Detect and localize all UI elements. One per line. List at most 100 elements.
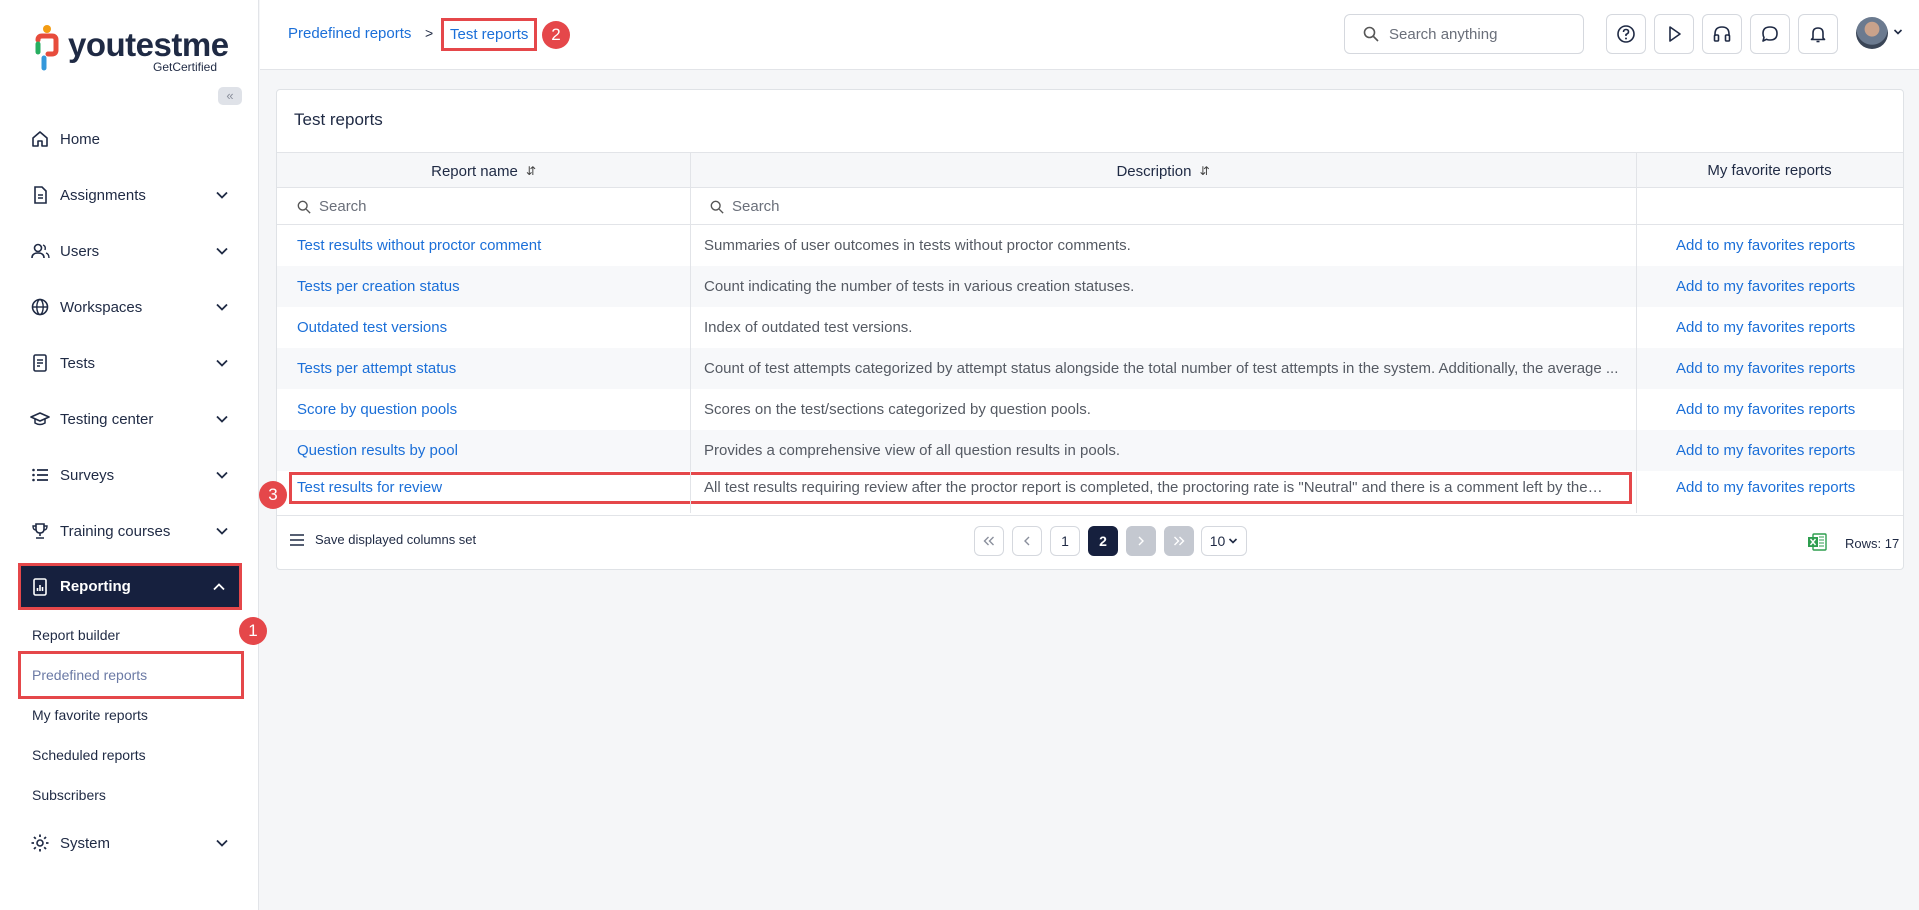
breadcrumb-predefined-reports[interactable]: Predefined reports [288,25,411,42]
breadcrumb-separator: > [425,25,434,41]
report-name-link[interactable]: Tests per attempt status [297,348,456,389]
column-header-favorites: My favorite reports [1636,152,1903,188]
table-row: Score by question pools Scores on the te… [277,389,1903,430]
sort-icon[interactable]: ⇵ [526,164,536,178]
add-to-favorites-link[interactable]: Add to my favorites reports [1676,266,1855,307]
notifications-button[interactable] [1798,14,1838,54]
description-filter[interactable] [690,188,1636,225]
help-icon [1617,25,1635,43]
logo[interactable]: youtestme GetCertified [34,22,234,74]
sidebar: youtestme GetCertified « Home Assignment… [0,0,267,910]
page-1-button[interactable]: 1 [1050,526,1080,556]
report-description: Summaries of user outcomes in tests with… [704,237,1131,254]
avatar[interactable] [1856,17,1888,49]
column-divider [690,152,691,513]
add-to-favorites-link[interactable]: Add to my favorites reports [1676,430,1855,471]
report-description: Scores on the test/sections categorized … [704,401,1091,418]
sidebar-item-label: Users [60,242,100,260]
add-to-favorites-link[interactable]: Add to my favorites reports [1676,225,1855,266]
column-label: My favorite reports [1707,161,1832,179]
report-name-link[interactable]: Test results for review [297,467,442,508]
table-row: Test results without proctor comment Sum… [277,225,1903,266]
save-columns-button[interactable]: Save displayed columns set [289,532,476,547]
collapse-sidebar-button[interactable]: « [218,87,242,105]
report-name-link[interactable]: Question results by pool [297,430,458,471]
trophy-icon [30,521,50,541]
add-to-favorites-link[interactable]: Add to my favorites reports [1676,467,1855,508]
support-button[interactable] [1702,14,1742,54]
chevron-down-icon[interactable] [1893,27,1903,37]
add-to-favorites-link[interactable]: Add to my favorites reports [1676,307,1855,348]
sidebar-item-label: Assignments [60,186,146,204]
test-reports-panel: Test reports Report name ⇵ Description ⇵… [276,89,1904,570]
double-chevron-right-icon [1174,536,1185,546]
first-page-button[interactable] [974,526,1004,556]
add-to-favorites-link[interactable]: Add to my favorites reports [1676,389,1855,430]
column-header-report-name[interactable]: Report name ⇵ [277,153,690,189]
sidebar-subitem-my-favorite-reports[interactable]: My favorite reports [18,695,244,735]
page-2-button[interactable]: 2 [1088,526,1118,556]
sidebar-item-label: Workspaces [60,298,143,316]
report-description: All test results requiring review after … [704,479,1604,496]
sidebar-item-home[interactable]: Home [18,117,242,161]
sidebar-item-surveys[interactable]: Surveys [18,453,242,497]
play-icon [1669,26,1681,42]
step-badge-1: 1 [239,617,267,645]
sidebar-item-tests[interactable]: Tests [18,341,242,385]
column-header-description[interactable]: Description ⇵ [690,153,1636,189]
breadcrumb-test-reports[interactable]: Test reports [441,18,538,51]
rows-count: Rows: 17 [1845,536,1900,551]
report-name-link[interactable]: Outdated test versions [297,307,447,348]
table-header: Report name ⇵ Description ⇵ My favorite … [277,152,1903,188]
sidebar-item-users[interactable]: Users [18,229,242,273]
sidebar-item-training-courses[interactable]: Training courses [18,509,242,553]
chevron-down-icon [1229,538,1238,544]
sidebar-item-label: Home [60,130,101,148]
chat-button[interactable] [1750,14,1790,54]
sidebar-item-assignments[interactable]: Assignments [18,173,242,217]
panel-title: Test reports [294,110,383,129]
add-to-favorites-link[interactable]: Add to my favorites reports [1676,348,1855,389]
report-name-link[interactable]: Test results without proctor comment [297,225,541,266]
next-page-button[interactable] [1126,526,1156,556]
table-footer: Save displayed columns set 1 2 10 Rows: … [277,515,1903,570]
sidebar-item-testing-center[interactable]: Testing center [18,397,242,441]
chevron-left-icon [1024,536,1030,546]
sort-icon[interactable]: ⇵ [1199,164,1209,178]
previous-page-button[interactable] [1012,526,1042,556]
sidebar-item-workspaces[interactable]: Workspaces [18,285,242,329]
chevron-up-icon [209,577,229,597]
sidebar-item-system[interactable]: System [18,821,242,865]
table-row: Tests per creation status Count indicati… [277,266,1903,307]
description-search-input[interactable] [732,198,1032,215]
search-input[interactable] [1389,25,1569,43]
report-name-link[interactable]: Tests per creation status [297,266,460,307]
save-columns-label: Save displayed columns set [315,532,477,547]
last-page-button[interactable] [1164,526,1194,556]
sidebar-item-reporting[interactable]: Reporting [18,563,242,610]
report-name-filter[interactable] [277,188,690,225]
sidebar-subitem-report-builder[interactable]: Report builder [18,615,244,655]
search-icon [710,200,724,214]
sidebar-subitem-subscribers[interactable]: Subscribers [18,775,244,815]
sidebar-subitem-scheduled-reports[interactable]: Scheduled reports [18,735,244,775]
sidebar-item-label: Reporting [60,578,131,595]
test-icon [30,353,50,373]
report-description: Provides a comprehensive view of all que… [704,442,1121,459]
report-name-search-input[interactable] [319,198,619,215]
sidebar-item-label: System [60,834,111,852]
excel-export-icon[interactable] [1807,533,1827,551]
report-description: Index of outdated test versions. [704,319,913,336]
table-row: Test results for review All test results… [277,471,1903,512]
sidebar-item-label: Tests [60,354,96,372]
play-tutorial-button[interactable] [1654,14,1694,54]
menu-icon [290,533,304,546]
headset-icon [1713,26,1731,42]
report-name-link[interactable]: Score by question pools [297,389,457,430]
step-badge-2: 2 [542,21,570,49]
report-icon [30,577,50,597]
sidebar-subitem-predefined-reports[interactable]: Predefined reports [18,651,244,699]
rows-per-page-select[interactable]: 10 [1201,526,1247,556]
global-search[interactable] [1344,14,1584,54]
help-button[interactable] [1606,14,1646,54]
